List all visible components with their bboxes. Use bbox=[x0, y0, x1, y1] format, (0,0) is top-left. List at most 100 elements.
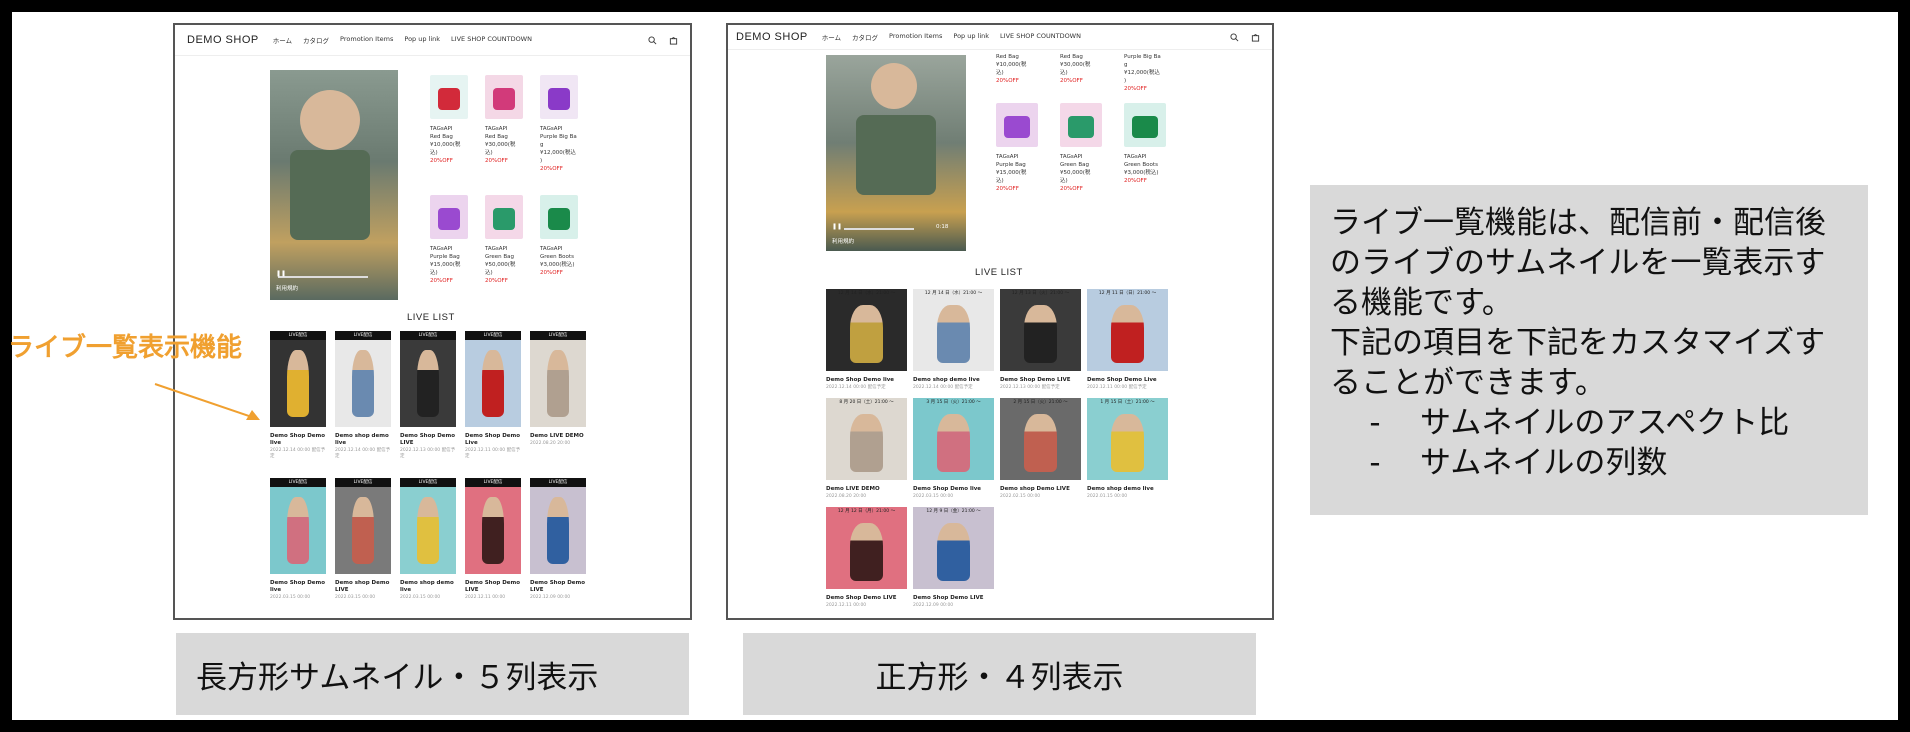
video-progress-bar[interactable] bbox=[844, 228, 914, 230]
live-video-player[interactable]: ❚❚ 利用規約 bbox=[270, 70, 398, 300]
live-card[interactable]: 12 月 14 日（水）21:00 〜 Demo Shop Demo live 20… bbox=[826, 289, 907, 394]
nav-pop-up-link[interactable]: Pop up link bbox=[404, 35, 440, 45]
video-progress-bar[interactable] bbox=[278, 276, 368, 278]
live-thumbnail[interactable]: 12 月 13 日（火）21:00 〜 bbox=[1000, 289, 1081, 371]
search-icon[interactable] bbox=[1230, 32, 1239, 42]
shop-brand[interactable]: DEMO SHOP bbox=[736, 31, 808, 43]
nav-home[interactable]: ホーム bbox=[273, 35, 292, 45]
live-card[interactable]: LIVE配信 Demo shop demo live 2022.03.15 00:0… bbox=[400, 478, 456, 618]
product-info[interactable]: TAGsAPIRed Bag¥30,000(税 込)20%OFF bbox=[1060, 45, 1108, 85]
live-title[interactable]: Demo shop demo live bbox=[913, 377, 998, 384]
live-title[interactable]: Demo shop demo live bbox=[400, 580, 460, 594]
product-image[interactable] bbox=[430, 75, 468, 119]
nav-catalog[interactable]: カタログ bbox=[852, 32, 878, 42]
cart-icon[interactable] bbox=[1251, 33, 1260, 42]
live-thumbnail[interactable]: 12 月 11 日（日）21:00 〜 bbox=[1087, 289, 1168, 371]
live-thumbnail[interactable]: LIVE配信 bbox=[465, 331, 521, 427]
product-info[interactable]: TAGsAPI Purple Bag ¥15,000(税 込) 20%OFF bbox=[430, 245, 474, 285]
live-card[interactable]: 12 月 12 日（月）21:00 〜 Demo Shop Demo LIVE 20… bbox=[826, 507, 907, 612]
live-title[interactable]: Demo Shop Demo LIVE bbox=[465, 580, 525, 594]
live-title[interactable]: Demo Shop Demo LIVE bbox=[826, 595, 911, 602]
product-info[interactable]: TAGsAPIRed Bag¥10,000(税 込)20%OFF bbox=[996, 45, 1044, 85]
product-image[interactable] bbox=[1060, 103, 1102, 147]
shop-brand[interactable]: DEMO SHOP bbox=[187, 34, 259, 46]
live-card[interactable]: LIVE配信 Demo Shop Demo LIVE 2022.12.09 00:0… bbox=[530, 478, 586, 618]
live-thumbnail[interactable]: LIVE配信 bbox=[335, 331, 391, 427]
live-thumbnail[interactable]: 12 月 14 日（水）21:00 〜 bbox=[913, 289, 994, 371]
pause-icon[interactable]: ❚❚ bbox=[276, 270, 286, 277]
live-card[interactable]: 12 月 9 日（金）21:00 〜 Demo Shop Demo LIVE 202… bbox=[913, 507, 994, 612]
live-thumbnail[interactable]: 1 月 15 日（土）21:00 〜 bbox=[1087, 398, 1168, 480]
search-icon[interactable] bbox=[648, 35, 657, 45]
live-title[interactable]: Demo shop Demo LIVE bbox=[1000, 486, 1085, 493]
live-video-player[interactable]: ❚❚ 0:18 利用規約 bbox=[826, 55, 966, 251]
live-card[interactable]: LIVE配信 Demo Shop Demo live 2022.03.15 00:0… bbox=[270, 478, 326, 618]
live-card[interactable]: 12 月 14 日（水）21:00 〜 Demo shop demo live 20… bbox=[913, 289, 994, 394]
live-title[interactable]: Demo Shop Demo LIVE bbox=[1000, 377, 1085, 384]
live-thumbnail[interactable]: LIVE配信 bbox=[270, 331, 326, 427]
live-title[interactable]: Demo shop demo live bbox=[1087, 486, 1172, 493]
live-title[interactable]: Demo Shop Demo live bbox=[913, 486, 998, 493]
nav-promotion-items[interactable]: Promotion Items bbox=[340, 35, 393, 45]
live-title[interactable]: Demo shop demo live bbox=[335, 433, 395, 447]
video-terms-label[interactable]: 利用規約 bbox=[832, 237, 854, 245]
live-thumbnail[interactable]: 2 月 15 日（火）21:00 〜 bbox=[1000, 398, 1081, 480]
live-title[interactable]: Demo Shop Demo live bbox=[270, 433, 330, 447]
product-info[interactable]: TAGsAPIPurple Big Ba g¥12,000(税込 )20%OFF bbox=[1124, 45, 1172, 93]
live-card[interactable]: LIVE配信 Demo Shop Demo LIVE 2022.12.13 00:0… bbox=[400, 331, 456, 474]
pause-icon[interactable]: ❚❚ bbox=[832, 223, 842, 230]
cart-icon[interactable] bbox=[669, 36, 678, 45]
live-title[interactable]: Demo Shop Demo LIVE bbox=[400, 433, 460, 447]
live-title[interactable]: Demo Shop Demo Live bbox=[1087, 377, 1172, 384]
live-card[interactable]: LIVE配信 Demo Shop Demo live 2022.12.14 00:0… bbox=[270, 331, 326, 474]
product-info[interactable]: TAGsAPIRed Bag¥30,000(税 込)20%OFF bbox=[485, 125, 529, 165]
nav-pop-up-link[interactable]: Pop up link bbox=[953, 32, 989, 42]
nav-live-shop-countdown[interactable]: LIVE SHOP COUNTDOWN bbox=[451, 35, 532, 45]
video-terms-label[interactable]: 利用規約 bbox=[276, 284, 298, 292]
product-image[interactable] bbox=[485, 195, 523, 239]
live-card[interactable]: 12 月 11 日（日）21:00 〜 Demo Shop Demo Live 20… bbox=[1087, 289, 1168, 394]
live-card[interactable]: LIVE配信 Demo shop Demo LIVE 2022.03.15 00:0… bbox=[335, 478, 391, 618]
live-title[interactable]: Demo LIVE DEMO bbox=[530, 433, 590, 440]
nav-catalog[interactable]: カタログ bbox=[303, 35, 329, 45]
product-image[interactable] bbox=[430, 195, 468, 239]
live-title[interactable]: Demo shop Demo LIVE bbox=[335, 580, 395, 594]
live-title[interactable]: Demo Shop Demo Live bbox=[465, 433, 525, 447]
product-info[interactable]: TAGsAPI Green Boots ¥3,000(税込) 20%OFF bbox=[540, 245, 584, 277]
live-thumbnail[interactable]: 12 月 14 日（水）21:00 〜 bbox=[826, 289, 907, 371]
live-thumbnail[interactable]: 12 月 12 日（月）21:00 〜 bbox=[826, 507, 907, 589]
product-image[interactable] bbox=[540, 75, 578, 119]
product-info[interactable]: TAGsAPI Green Bag ¥50,000(税 込) 20%OFF bbox=[1060, 153, 1108, 193]
live-title[interactable]: Demo Shop Demo live bbox=[270, 580, 330, 594]
live-card[interactable]: 3 月 15 日（火）21:00 〜 Demo Shop Demo live 202… bbox=[913, 398, 994, 503]
live-title[interactable]: Demo Shop Demo LIVE bbox=[913, 595, 998, 602]
product-image[interactable] bbox=[996, 103, 1038, 147]
live-thumbnail[interactable]: LIVE配信 bbox=[335, 478, 391, 574]
live-thumbnail[interactable]: 3 月 15 日（火）21:00 〜 bbox=[913, 398, 994, 480]
nav-home[interactable]: ホーム bbox=[822, 32, 841, 42]
live-thumbnail[interactable]: 12 月 9 日（金）21:00 〜 bbox=[913, 507, 994, 589]
live-card[interactable]: 2 月 15 日（火）21:00 〜 Demo shop Demo LIVE 202… bbox=[1000, 398, 1081, 503]
live-thumbnail[interactable]: LIVE配信 bbox=[270, 478, 326, 574]
live-title[interactable]: Demo Shop Demo LIVE bbox=[530, 580, 590, 594]
live-card[interactable]: LIVE配信 Demo LIVE DEMO 2022.08.20 20:00 bbox=[530, 331, 586, 474]
nav-promotion-items[interactable]: Promotion Items bbox=[889, 32, 942, 42]
product-image[interactable] bbox=[1124, 103, 1166, 147]
live-thumbnail[interactable]: LIVE配信 bbox=[400, 331, 456, 427]
live-card[interactable]: LIVE配信 Demo shop demo live 2022.12.14 00:0… bbox=[335, 331, 391, 474]
product-info[interactable]: TAGsAPI Green Boots ¥3,000(税込) 20%OFF bbox=[1124, 153, 1172, 185]
live-thumbnail[interactable]: 8 月 20 日（土）21:00 〜 bbox=[826, 398, 907, 480]
live-thumbnail[interactable]: LIVE配信 bbox=[530, 331, 586, 427]
live-thumbnail[interactable]: LIVE配信 bbox=[465, 478, 521, 574]
product-info[interactable]: TAGsAPI Green Bag ¥50,000(税 込) 20%OFF bbox=[485, 245, 529, 285]
product-image[interactable] bbox=[540, 195, 578, 239]
live-title[interactable]: Demo LIVE DEMO bbox=[826, 486, 911, 493]
product-info[interactable]: TAGsAPIRed Bag¥10,000(税 込)20%OFF bbox=[430, 125, 474, 165]
live-thumbnail[interactable]: LIVE配信 bbox=[400, 478, 456, 574]
live-card[interactable]: 1 月 15 日（土）21:00 〜 Demo shop demo live 202… bbox=[1087, 398, 1168, 503]
product-image[interactable] bbox=[485, 75, 523, 119]
nav-live-shop-countdown[interactable]: LIVE SHOP COUNTDOWN bbox=[1000, 32, 1081, 42]
live-card[interactable]: LIVE配信 Demo Shop Demo Live 2022.12.11 00:0… bbox=[465, 331, 521, 474]
product-info[interactable]: TAGsAPI Purple Bag ¥15,000(税 込) 20%OFF bbox=[996, 153, 1044, 193]
live-title[interactable]: Demo Shop Demo live bbox=[826, 377, 911, 384]
